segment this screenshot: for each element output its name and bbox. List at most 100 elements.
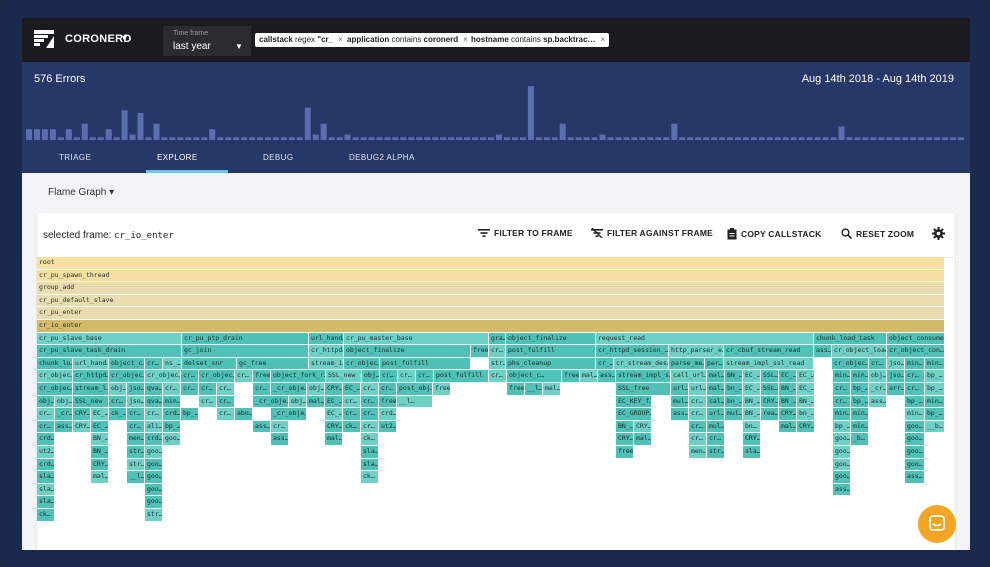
flame-frame[interactable]: cr… <box>379 383 397 396</box>
flame-frame[interactable]: EC_… <box>325 408 343 421</box>
flame-frame[interactable]: cr_objec… <box>37 383 73 396</box>
flame-frame[interactable]: goo… <box>163 433 181 446</box>
flame-frame[interactable]: CRY… <box>743 433 761 446</box>
flame-frame[interactable]: cr… <box>361 395 379 409</box>
histogram-bar[interactable] <box>583 137 590 140</box>
flame-frame[interactable]: crd… <box>37 458 55 472</box>
histogram-bar[interactable] <box>97 137 104 140</box>
histogram-bar[interactable] <box>878 137 885 140</box>
flame-frame[interactable]: cr_stream_des… <box>614 357 669 371</box>
flame-frame[interactable]: cr… <box>37 408 55 421</box>
flame-frame[interactable]: cr_objec… <box>37 370 73 383</box>
flame-frame[interactable]: arr… <box>887 383 905 396</box>
histogram-bar[interactable] <box>26 129 32 140</box>
flame-frame[interactable]: cr… <box>833 383 851 396</box>
flame-frame[interactable]: qva… <box>145 383 163 396</box>
histogram-bar[interactable] <box>655 137 662 140</box>
flame-frame[interactable]: mul… <box>707 420 725 434</box>
histogram-bar[interactable] <box>177 137 184 140</box>
flame-frame[interactable]: cr… <box>127 420 145 434</box>
histogram-bar[interactable] <box>265 137 271 140</box>
histogram-bar[interactable] <box>257 137 263 140</box>
flame-frame[interactable]: BN_… <box>725 370 743 383</box>
flame-frame[interactable]: cr… <box>416 370 434 383</box>
flame-frame[interactable]: min… <box>833 408 851 421</box>
flame-frame[interactable]: cr… <box>689 408 707 421</box>
flame-frame[interactable]: cr… <box>361 408 379 421</box>
flame-frame[interactable]: free <box>433 383 451 396</box>
histogram-bar[interactable] <box>679 137 686 140</box>
flame-frame[interactable]: object_c… <box>507 370 562 383</box>
histogram-bar[interactable] <box>161 137 168 140</box>
histogram-bar[interactable] <box>774 137 781 140</box>
histogram-bar[interactable] <box>806 137 813 140</box>
histogram-bar[interactable] <box>687 137 694 140</box>
histogram-bar[interactable] <box>241 137 248 140</box>
flame-frame[interactable]: ass… <box>869 395 887 409</box>
flame-frame[interactable]: CRY… <box>616 433 634 446</box>
flame-frame[interactable]: CRY… <box>91 458 109 472</box>
histogram-bar[interactable] <box>663 137 670 140</box>
flame-frame[interactable]: cr… <box>127 408 145 421</box>
flame-frame[interactable]: CRY… <box>779 408 797 421</box>
flame-frame[interactable]: jso… <box>127 383 145 396</box>
flame-frame[interactable]: cr… <box>689 433 707 446</box>
flame-frame[interactable]: min… <box>851 370 869 383</box>
histogram-bar[interactable] <box>288 137 295 140</box>
flame-frame[interactable]: EC_GROUP… <box>616 408 652 421</box>
flame-frame[interactable]: min… <box>163 395 181 409</box>
flame-frame[interactable]: mal… <box>779 420 797 434</box>
histogram-bar[interactable] <box>424 137 431 140</box>
flame-frame[interactable]: cr… <box>689 395 707 409</box>
flame-frame[interactable]: __l… <box>127 471 145 484</box>
histogram-bar[interactable] <box>105 129 112 140</box>
copy-callstack-button[interactable]: COPY CALLSTACK <box>727 228 821 240</box>
flame-frame[interactable]: chunk_lo… <box>37 357 73 371</box>
histogram-bar[interactable] <box>934 137 941 140</box>
flame-frame[interactable]: CRY… <box>73 420 91 434</box>
histogram-bar[interactable] <box>750 137 757 140</box>
flame-frame[interactable]: cr_pu_master_base <box>344 332 489 346</box>
flame-frame[interactable]: post_fulfill <box>506 345 596 358</box>
flame-frame[interactable]: crd… <box>379 408 397 421</box>
histogram-bar[interactable] <box>440 137 447 140</box>
flame-frame[interactable]: chunk_load_task <box>814 332 887 346</box>
flame-frame[interactable]: SSL_new <box>73 395 109 409</box>
flame-frame[interactable]: obj… <box>289 395 307 409</box>
flame-frame[interactable]: ck… <box>361 433 379 446</box>
flame-frame[interactable]: ass… <box>271 433 289 446</box>
histogram-bar[interactable] <box>942 137 949 140</box>
flame-frame[interactable]: BN_… <box>91 446 109 459</box>
flame-frame[interactable]: CRY… <box>325 383 343 396</box>
flame-frame[interactable]: post_fulfill <box>380 357 471 371</box>
flame-frame[interactable]: http_parser_e… <box>669 345 724 358</box>
timeframe-selector[interactable]: Time frame last year ▼ <box>163 26 251 56</box>
flame-frame[interactable]: goo… <box>905 458 925 472</box>
histogram-bar[interactable] <box>814 137 821 140</box>
flame-frame[interactable]: mal… <box>707 383 725 396</box>
histogram-bar[interactable] <box>918 137 925 140</box>
flame-frame[interactable]: EC_… <box>797 383 815 396</box>
histogram-bar[interactable] <box>376 137 383 140</box>
flame-frame[interactable]: bp_… <box>905 395 925 409</box>
flame-frame[interactable]: abo… <box>235 408 253 421</box>
flame-frame[interactable]: ut2… <box>379 420 397 434</box>
flame-frame[interactable]: cr… <box>905 370 925 383</box>
flame-frame[interactable]: min… <box>851 408 869 421</box>
flame-frame[interactable]: goo… <box>833 446 851 459</box>
histogram-bar[interactable] <box>320 123 327 140</box>
flame-frame[interactable]: goo… <box>145 496 163 509</box>
histogram-bar[interactable] <box>615 137 622 140</box>
flame-frame[interactable]: EC_… <box>91 408 109 421</box>
flame-frame[interactable]: mal… <box>325 433 343 446</box>
flame-frame[interactable]: cr_httpd… <box>309 345 344 358</box>
histogram-bar[interactable] <box>280 137 287 140</box>
flame-frame[interactable]: mal… <box>543 383 561 396</box>
flame-frame[interactable]: cr… <box>489 345 506 358</box>
flame-frame[interactable]: goo… <box>145 446 163 459</box>
flame-frame[interactable]: ns_… <box>163 357 182 371</box>
flame-frame[interactable]: cr… <box>361 383 379 396</box>
flame-frame[interactable]: cr… <box>869 357 887 371</box>
histogram-bar[interactable] <box>511 137 518 140</box>
flame-frame[interactable]: cr_objec… <box>832 357 869 371</box>
